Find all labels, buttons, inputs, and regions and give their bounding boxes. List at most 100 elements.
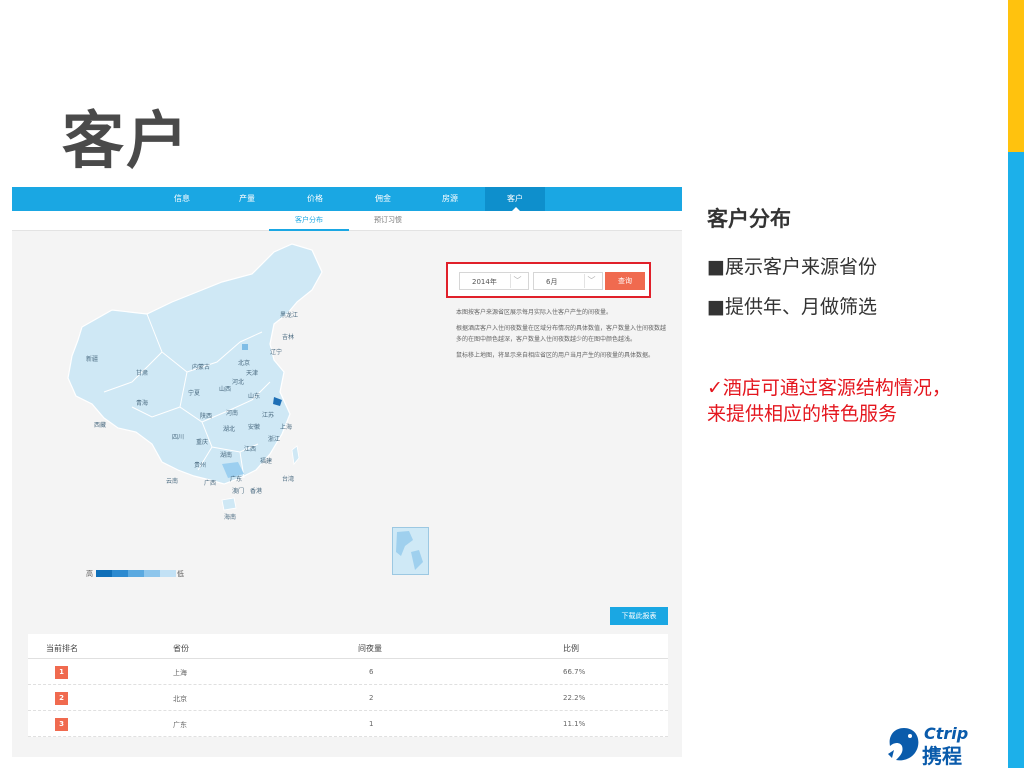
month-select-value: 6月 (546, 278, 558, 286)
nav-tab-commission[interactable]: 佣金 (353, 187, 413, 211)
map-label: 宁夏 (188, 390, 201, 397)
nav-tab-customers[interactable]: 客户 (485, 187, 545, 212)
highlight-note: ✓酒店可通过客源结构情况，来提供相应的特色服务 (707, 377, 951, 425)
province-cell: 北京 (173, 695, 187, 703)
map-label: 江苏 (262, 412, 275, 419)
ctrip-logo: Ctrip 携程 (884, 724, 986, 768)
map-label: 贵州 (194, 462, 207, 469)
map-island-taiwan (291, 445, 300, 465)
inset-map-svg (396, 531, 423, 570)
map-label: 内蒙古 (192, 364, 211, 371)
map-label: 黑龙江 (280, 312, 299, 319)
bullet-point: ■展示客户来源省份 (707, 256, 877, 278)
logo-text-cn: 携程 (922, 744, 962, 768)
rank-badge: 2 (55, 692, 68, 705)
nav-tab-info[interactable]: 信息 (152, 187, 212, 211)
map-label: 福建 (260, 458, 273, 465)
column-header-ratio: 比例 (563, 644, 579, 653)
legend-swatch (128, 570, 144, 577)
legend-swatch (144, 570, 160, 577)
side-accent-yellow (1008, 0, 1024, 152)
subtab-customer-distribution[interactable]: 客户分布 (295, 215, 323, 225)
section-title: 客户分布 (707, 207, 791, 231)
subtab-active-indicator (269, 229, 349, 231)
south-china-sea-inset (392, 527, 429, 575)
sub-nav: 客户分布 预订习惯 (12, 211, 682, 231)
legend-high-label: 高 (86, 570, 93, 578)
nav-tab-price[interactable]: 价格 (285, 187, 345, 211)
ratio-cell: 11.1% (563, 720, 586, 728)
legend-low-label: 低 (177, 570, 184, 578)
map-label: 辽宁 (270, 349, 283, 356)
map-label: 江西 (244, 446, 257, 453)
map-province-beijing (242, 344, 248, 350)
ratio-cell: 22.2% (563, 694, 586, 702)
nights-cell: 2 (369, 694, 374, 702)
map-label: 山东 (248, 393, 261, 400)
rank-badge: 1 (55, 666, 68, 679)
province-cell: 广东 (173, 721, 187, 729)
month-select[interactable]: 6月 ﹀ (533, 272, 603, 290)
nav-tab-rooms[interactable]: 房源 (420, 187, 480, 211)
china-map-svg (67, 243, 323, 511)
map-label: 海南 (224, 514, 237, 521)
map-label: 青海 (136, 400, 149, 407)
map-description: 本图按客户来源省区展示每月实际入住客户产生的间夜量。 根据酒店客户入住间夜数量在… (456, 307, 670, 366)
map-label: 甘肃 (136, 370, 149, 377)
nights-cell: 1 (369, 720, 374, 728)
map-label: 湖南 (220, 452, 233, 459)
map-label: 浙江 (268, 436, 281, 443)
app-screenshot: 信息 产量 价格 佣金 房源 客户 客户分布 预订习惯 黑龙江 吉林 辽宁 新疆… (12, 187, 682, 757)
map-label: 台湾 (282, 476, 295, 483)
table-row: 2 北京 2 22.2% (28, 685, 668, 711)
download-report-button[interactable]: 下载此报表 (610, 607, 668, 625)
map-island-hainan (221, 497, 237, 511)
map-label: 广东 (230, 476, 243, 483)
slide-title: 客户 (62, 104, 191, 177)
column-header-rank: 当前排名 (46, 644, 78, 653)
map-label: 云南 (166, 478, 179, 485)
query-button[interactable]: 查询 (605, 272, 645, 290)
map-label: 吉林 (282, 334, 295, 341)
ratio-cell: 66.7% (563, 668, 586, 676)
dolphin-icon (888, 728, 919, 761)
map-label: 河北 (232, 379, 245, 386)
nights-cell: 6 (369, 668, 374, 676)
province-cell: 上海 (173, 669, 187, 677)
map-label: 重庆 (196, 439, 209, 446)
legend-swatch (160, 570, 176, 577)
chevron-down-icon: ﹀ (510, 274, 524, 288)
column-header-province: 省份 (173, 644, 189, 653)
description-paragraph: 本图按客户来源省区展示每月实际入住客户产生的间夜量。 (456, 309, 613, 316)
legend-swatch (96, 570, 112, 577)
side-accent-blue (1008, 152, 1024, 768)
map-label: 安徽 (248, 424, 261, 431)
subtab-booking-habits[interactable]: 预订习惯 (374, 215, 402, 225)
map-label: 河南 (226, 410, 239, 417)
year-select-value: 2014年 (472, 278, 497, 286)
legend-color-scale (96, 570, 176, 577)
map-label: 湖北 (223, 426, 236, 433)
rank-badge: 3 (55, 718, 68, 731)
nav-tab-production[interactable]: 产量 (217, 187, 277, 211)
description-paragraph: 根据酒店客户入住间夜数量在区域分布情况的具体数值，客户数量入住间夜数越多的在图中… (456, 325, 667, 343)
map-label: 西藏 (94, 422, 107, 429)
bullet-point: ■提供年、月做筛选 (707, 296, 877, 318)
map-label: 香港 (250, 488, 263, 495)
year-select[interactable]: 2014年 ﹀ (459, 272, 529, 290)
table-row: 1 上海 6 66.7% (28, 659, 668, 685)
column-header-nights: 间夜量 (358, 644, 382, 653)
map-label: 四川 (172, 434, 185, 441)
top-nav: 信息 产量 价格 佣金 房源 客户 (12, 187, 682, 212)
ranking-table: 当前排名 省份 间夜量 比例 1 上海 6 66.7% 2 北京 2 22.2%… (28, 634, 668, 737)
map-label: 澳门 (232, 488, 245, 495)
map-label: 广西 (204, 480, 217, 487)
map-label: 上海 (280, 424, 293, 431)
table-header-row: 当前排名 省份 间夜量 比例 (28, 634, 668, 659)
chevron-down-icon: ﹀ (584, 274, 598, 288)
china-map[interactable]: 黑龙江 吉林 辽宁 新疆 甘肃 内蒙古 北京 天津 宁夏 山西 河北 山东 青海… (12, 232, 442, 582)
map-label: 陕西 (200, 413, 213, 420)
legend-swatch (112, 570, 128, 577)
description-paragraph: 鼠标移上地图，将显示来自相应省区的用户当月产生的间夜量的具体数据。 (456, 352, 655, 359)
map-label: 山西 (219, 386, 232, 393)
